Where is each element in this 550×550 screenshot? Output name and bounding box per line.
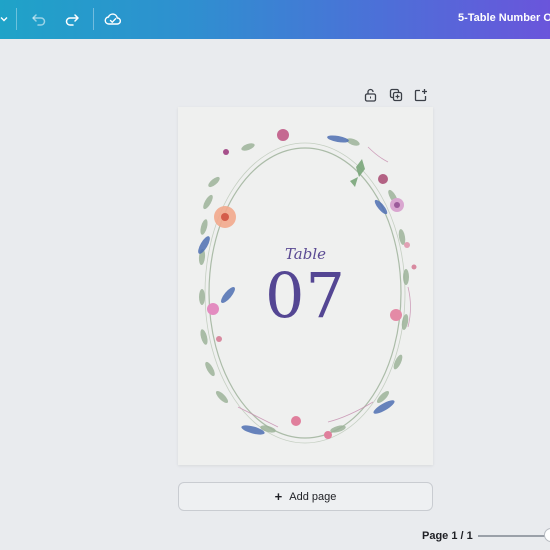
- redo-icon[interactable]: [62, 9, 82, 29]
- lock-icon[interactable]: [362, 86, 379, 103]
- duplicate-icon[interactable]: [387, 86, 404, 103]
- toolbar-divider: [16, 8, 17, 30]
- zoom-slider-handle[interactable]: [544, 528, 550, 542]
- page-toolbar: [362, 86, 429, 103]
- document-title[interactable]: 5-Table Number Ori: [458, 12, 550, 24]
- table-number[interactable]: 07: [178, 259, 433, 332]
- zoom-slider-track[interactable]: [478, 535, 550, 537]
- add-page-label: Add page: [289, 490, 337, 503]
- top-toolbar: 5-Table Number Ori: [0, 0, 550, 39]
- toolbar-divider: [93, 8, 94, 30]
- add-page-button[interactable]: + Add page: [178, 482, 433, 511]
- design-page[interactable]: Table 07: [178, 107, 433, 465]
- add-page-icon[interactable]: [412, 86, 429, 103]
- chevron-down-icon[interactable]: [0, 9, 14, 29]
- page-indicator[interactable]: Page 1 / 1: [422, 530, 473, 542]
- plus-icon: +: [274, 489, 283, 504]
- undo-icon[interactable]: [29, 9, 49, 29]
- cloud-check-icon[interactable]: [103, 9, 123, 29]
